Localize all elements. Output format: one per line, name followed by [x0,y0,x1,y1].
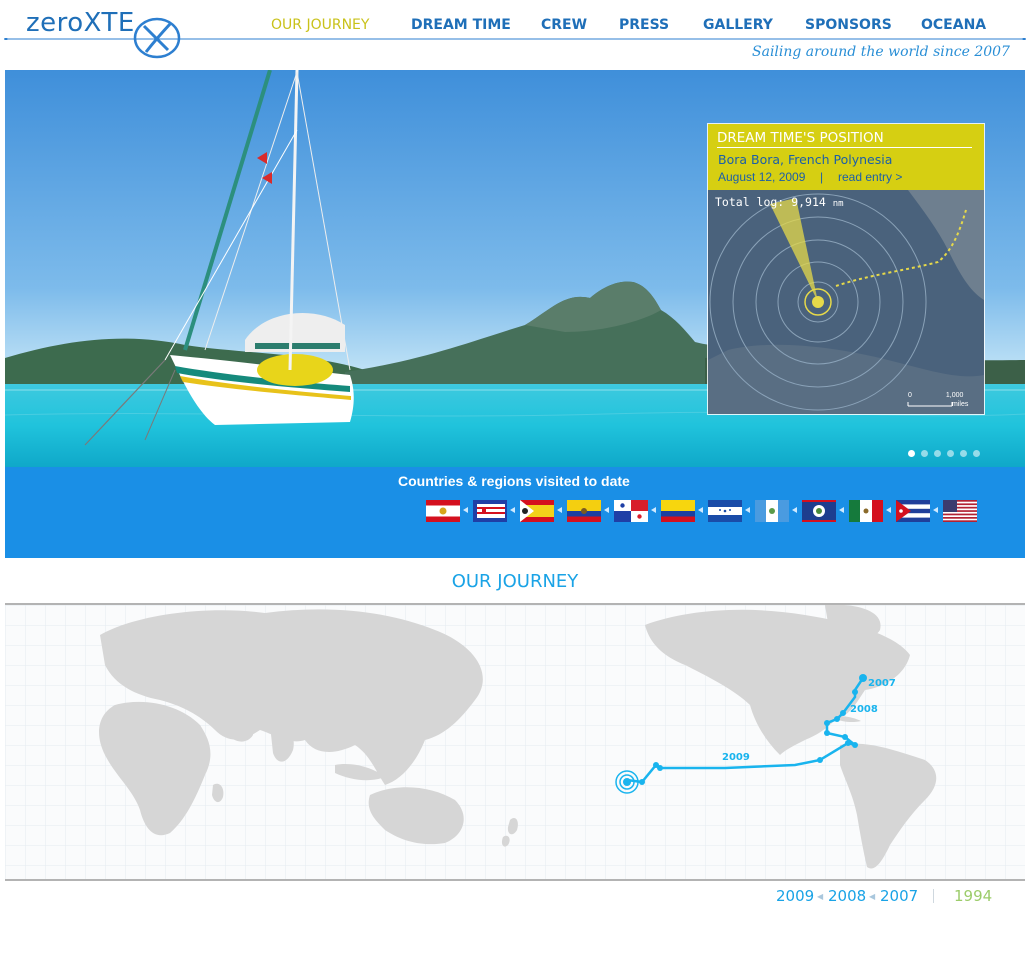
slide-dot-2[interactable] [921,450,928,457]
year-link-2008[interactable]: 2008 [828,887,866,905]
flag-french-polynesia[interactable] [426,500,460,522]
flag-separator-arrow [557,507,562,513]
position-widget: DREAM TIME'S POSITION Bora Bora, French … [707,123,985,415]
nav-oceana[interactable]: OCEANA [921,17,986,33]
slide-dot-5[interactable] [960,450,967,457]
year-separator: ◀ [869,892,876,901]
position-place: Bora Bora, French Polynesia [718,152,893,167]
total-log-unit: nm [832,199,844,209]
countries-title: Countries & regions visited to date [398,473,630,489]
flag-mexico[interactable] [849,500,883,522]
position-title: DREAM TIME'S POSITION [717,130,884,146]
slide-dot-4[interactable] [947,450,954,457]
site-logo-text[interactable]: zeroXTE [26,8,135,38]
position-radar-map [708,190,984,414]
scale-zero: 0 [908,392,912,399]
route-label-2009: 2009 [722,752,750,763]
flag-separator-arrow [886,507,891,513]
year-link-2009[interactable]: 2009 [776,887,814,905]
year-divider [933,889,934,903]
position-date: August 12, 2009 [718,170,806,184]
flag-united-states[interactable] [943,500,977,522]
flag-separator-arrow [745,507,750,513]
flag-separator-arrow [463,507,468,513]
flag-belize[interactable] [802,500,836,522]
year-link-1994[interactable]: 1994 [954,887,992,905]
nav-crew[interactable]: CREW [541,17,587,33]
flag-cuba[interactable] [896,500,930,522]
site-tagline: Sailing around the world since 2007 [752,44,1010,60]
total-log-label: Total log: [715,195,785,209]
total-log-value: 9,914 [791,195,826,209]
flag-separator-arrow [792,507,797,513]
flag-separator-arrow [510,507,515,513]
route-label-2008: 2008 [850,704,878,715]
flag-panama[interactable] [614,500,648,522]
total-log: Total log: 9,914 nm [715,195,844,209]
scale-unit: miles [952,401,969,408]
position-separator: | [820,170,824,184]
read-entry-link[interactable]: read entry > [838,170,902,184]
nav-press[interactable]: PRESS [619,17,669,33]
year-link-2007[interactable]: 2007 [880,887,918,905]
journey-title: OUR JOURNEY [451,571,579,592]
flag-honduras[interactable] [708,500,742,522]
flag-ecuador[interactable] [567,500,601,522]
year-separator: ◀ [817,892,824,901]
flag-guatemala[interactable] [755,500,789,522]
position-title-rule [717,147,972,148]
slide-dot-3[interactable] [934,450,941,457]
flag-puerto-rico[interactable] [473,500,507,522]
flag-colombia[interactable] [661,500,695,522]
slide-dot-1[interactable] [908,450,915,457]
scale-max: 1,000 [945,392,964,399]
flag-separator-arrow [839,507,844,513]
nav-gallery[interactable]: GALLERY [703,17,773,33]
journey-world-map [5,605,1025,879]
header-divider [4,38,1026,40]
flag-separator-arrow [698,507,703,513]
route-label-2007: 2007 [868,678,896,689]
slide-dot-6[interactable] [973,450,980,457]
logo-compass-icon[interactable] [130,12,182,62]
flag-separator-arrow [933,507,938,513]
flag-san-blas[interactable] [520,500,554,522]
journey-divider-bottom [5,879,1025,881]
nav-sponsors[interactable]: SPONSORS [805,17,892,33]
flag-separator-arrow [651,507,656,513]
nav-dream-time[interactable]: DREAM TIME [411,17,511,33]
nav-our-journey[interactable]: OUR JOURNEY [271,17,369,33]
flag-separator-arrow [604,507,609,513]
map-scale-labels: 0 1,000 [908,392,963,399]
